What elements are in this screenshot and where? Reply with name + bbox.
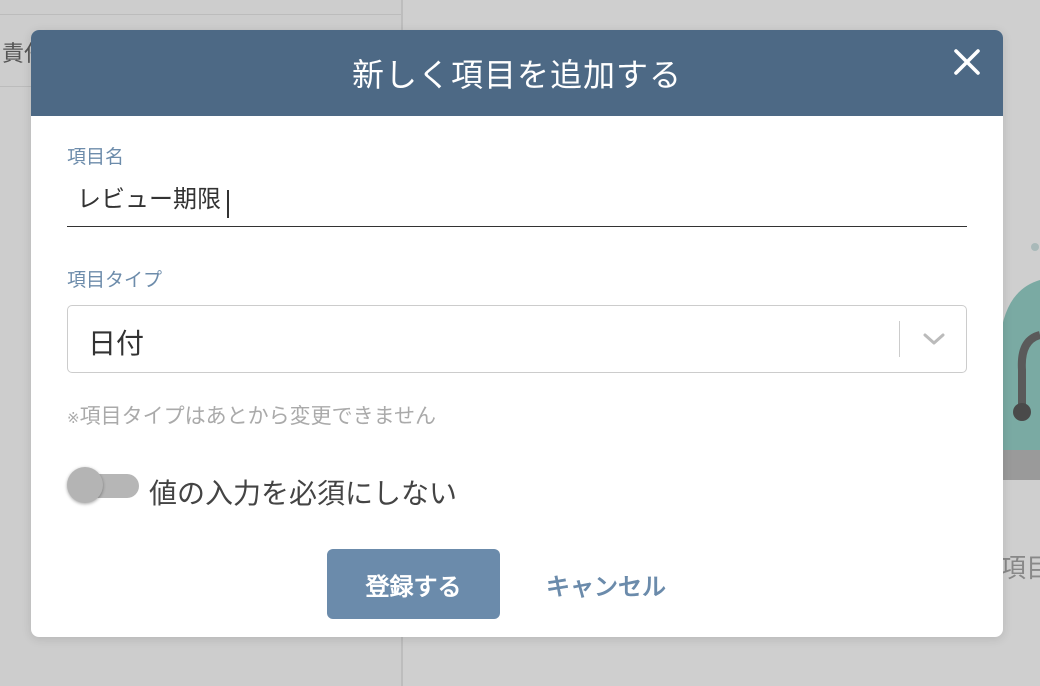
required-toggle-label: 値の入力を必須にしない (149, 477, 458, 510)
background-right-text: 項目 (1000, 554, 1040, 584)
text-caret (227, 190, 229, 218)
item-name-label: 項目名 (67, 146, 125, 168)
toggle-knob (67, 467, 103, 503)
type-change-note: ※項目タイプはあとから変更できません (67, 400, 436, 430)
add-item-dialog: 新しく項目を追加する 項目名 項目タイプ 日付 ※項目タイプはあとから変更できま… (31, 30, 1003, 637)
item-type-select[interactable]: 日付 (67, 305, 967, 373)
item-type-label: 項目タイプ (67, 269, 163, 291)
item-name-input[interactable] (67, 173, 967, 227)
dialog-title: 新しく項目を追加する (351, 56, 682, 94)
select-separator (899, 321, 900, 357)
note-mark: ※ (67, 409, 80, 427)
chevron-down-icon[interactable] (922, 331, 946, 347)
required-toggle[interactable] (67, 467, 139, 503)
register-button[interactable]: 登録する (327, 549, 500, 619)
cancel-button[interactable]: キャンセル (531, 549, 681, 619)
dialog-header: 新しく項目を追加する (31, 30, 1003, 116)
table-row-divider (0, 14, 401, 15)
close-icon[interactable] (949, 44, 985, 80)
item-type-selected-value: 日付 (88, 327, 145, 360)
note-text: 項目タイプはあとから変更できません (79, 404, 436, 428)
